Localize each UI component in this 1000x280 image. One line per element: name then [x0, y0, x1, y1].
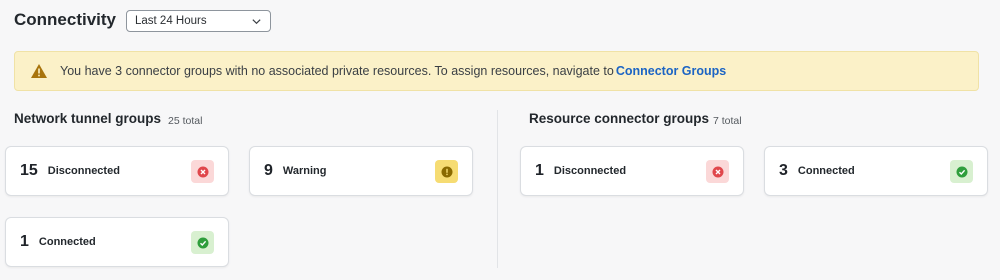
- ok-status-chip: [950, 160, 973, 183]
- resource-connected-card[interactable]: 3 Connected: [764, 146, 988, 196]
- tunnel-disconnected-card[interactable]: 15 Disconnected: [5, 146, 229, 196]
- warning-status-chip: [435, 160, 458, 183]
- error-x-icon: [712, 166, 723, 177]
- check-circle-icon: [956, 166, 967, 177]
- card-label: Disconnected: [47, 165, 120, 177]
- card-count: 1: [20, 233, 29, 250]
- warning-triangle-icon: [31, 64, 47, 78]
- section-divider: [497, 110, 498, 268]
- page-title: Connectivity: [14, 10, 117, 29]
- warning-exclamation-icon: [441, 166, 452, 177]
- resource-disconnected-card[interactable]: 1 Disconnected: [520, 146, 744, 196]
- ok-status-chip: [191, 231, 214, 254]
- card-count: 3: [779, 162, 788, 179]
- page-header: Connectivity: [14, 10, 116, 30]
- tunnel-connected-card[interactable]: 1 Connected: [5, 217, 229, 267]
- connector-groups-link[interactable]: Connector Groups: [616, 64, 726, 78]
- error-status-chip: [706, 160, 729, 183]
- card-label: Warning: [282, 165, 327, 177]
- warning-banner: You have 3 connector groups with no asso…: [14, 51, 979, 91]
- card-count: 1: [535, 162, 544, 179]
- network-tunnel-groups-title: Network tunnel groups: [14, 111, 162, 126]
- tunnel-warning-card[interactable]: 9 Warning: [249, 146, 473, 196]
- card-count: 15: [20, 162, 38, 179]
- card-label: Disconnected: [553, 165, 627, 177]
- time-range-value: Last 24 Hours: [135, 15, 207, 27]
- time-range-select[interactable]: Last 24 Hours: [126, 10, 271, 32]
- resource-connector-groups-title: Resource connector groups: [529, 111, 710, 126]
- card-label: Connected: [797, 165, 855, 177]
- error-x-icon: [197, 166, 208, 177]
- banner-message: You have 3 connector groups with no asso…: [60, 64, 614, 78]
- chevron-down-icon: [252, 18, 261, 24]
- resource-connector-groups-total: 7 total: [713, 115, 742, 127]
- network-tunnel-groups-total: 25 total: [168, 115, 203, 127]
- card-count: 9: [264, 162, 273, 179]
- error-status-chip: [191, 160, 214, 183]
- card-label: Connected: [38, 236, 96, 248]
- check-circle-icon: [197, 237, 208, 248]
